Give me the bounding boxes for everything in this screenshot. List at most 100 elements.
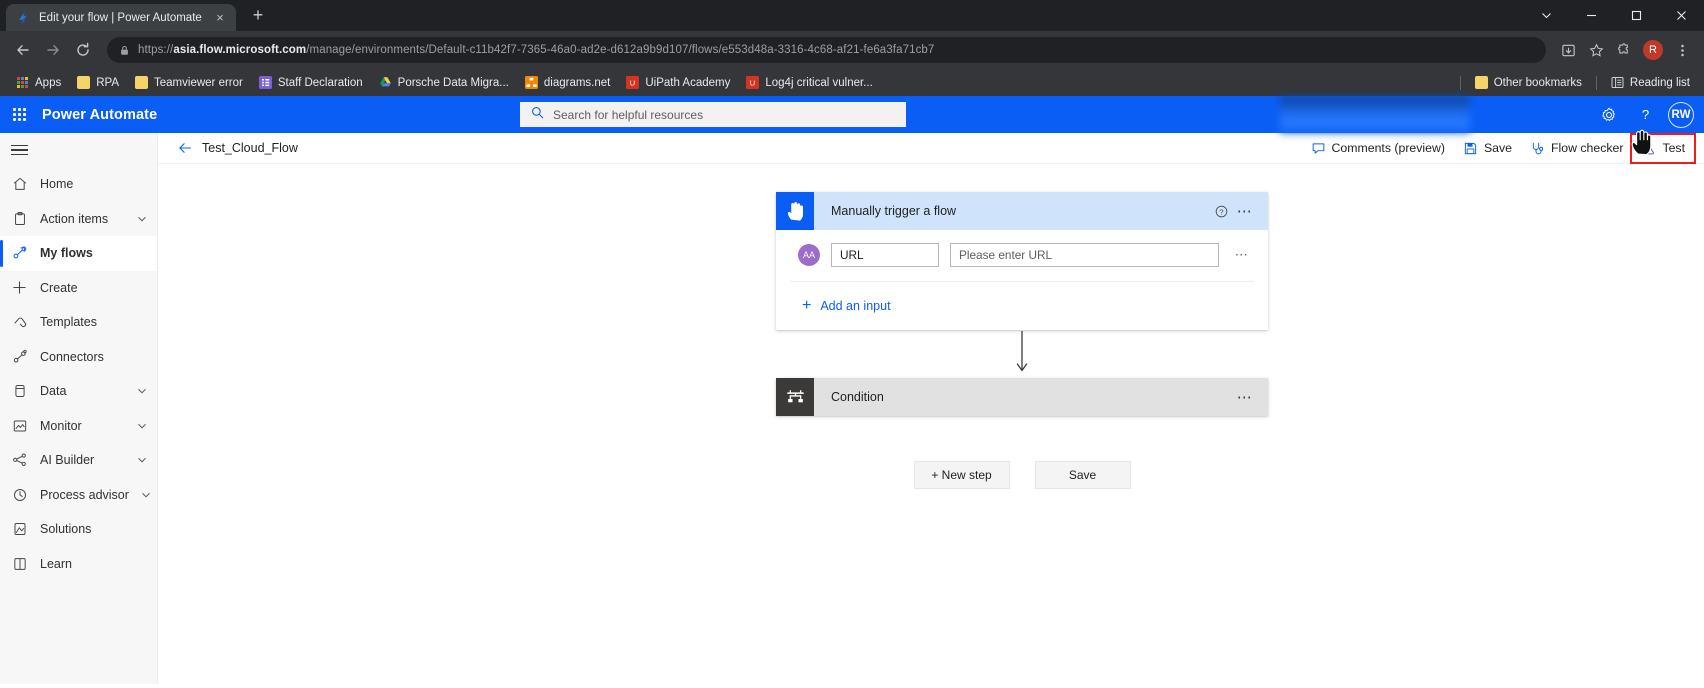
- url-text: https://asia.flow.microsoft.com/manage/e…: [138, 44, 934, 56]
- add-input-button[interactable]: + Add an input: [790, 282, 1254, 330]
- bookmark-item[interactable]: Staff Declaration: [251, 72, 371, 93]
- other-bookmarks-button[interactable]: Other bookmarks: [1467, 72, 1590, 93]
- tab-close-icon[interactable]: ×: [212, 10, 228, 26]
- save-button[interactable]: Save: [1454, 135, 1521, 162]
- window-close-button[interactable]: [1659, 0, 1704, 31]
- suite-search-box[interactable]: Search for helpful resources: [520, 102, 906, 127]
- flow-action-buttons: + New step Save: [776, 461, 1268, 489]
- profile-avatar[interactable]: R: [1643, 40, 1663, 60]
- sidebar-label: Data: [40, 384, 67, 399]
- sidebar-item-learn[interactable]: Learn: [0, 547, 157, 582]
- bookmark-item[interactable]: Apps: [8, 72, 69, 93]
- condition-icon: [776, 378, 814, 416]
- divider: [1459, 75, 1461, 90]
- gear-icon[interactable]: [1592, 96, 1626, 133]
- bookmark-star-icon[interactable]: [1583, 37, 1609, 63]
- flow-canvas: Manually trigger a flow ? ⋯ AA URL Pleas…: [158, 164, 1704, 684]
- reload-button[interactable]: [69, 36, 97, 64]
- save-flow-button[interactable]: Save: [1034, 461, 1131, 489]
- extensions-puzzle-icon[interactable]: [1611, 37, 1637, 63]
- sidebar-item-create[interactable]: Create: [0, 271, 157, 306]
- sidebar-item-ai-builder[interactable]: AI Builder: [0, 443, 157, 478]
- bookmark-label: UiPath Academy: [645, 76, 731, 89]
- plus-icon: [11, 279, 28, 296]
- ai-builder-icon: [11, 452, 28, 469]
- flow-name-title[interactable]: Test_Cloud_Flow: [202, 141, 298, 155]
- browser-tab[interactable]: Edit your flow | Power Automate ×: [6, 4, 236, 31]
- bookmark-label: Staff Declaration: [277, 76, 363, 89]
- url-host: asia.flow.microsoft.com: [173, 44, 307, 56]
- help-question-icon[interactable]: ?: [1628, 96, 1662, 133]
- bookmark-label: Log4j critical vulner...: [765, 76, 873, 89]
- text-input-icon: AA: [798, 244, 820, 266]
- bookmark-item[interactable]: RPA: [69, 72, 127, 93]
- input-name-field[interactable]: URL: [831, 243, 939, 267]
- power-automate-favicon-icon: [17, 11, 31, 25]
- sidebar-item-home[interactable]: Home: [0, 167, 157, 202]
- svg-text:?: ?: [1641, 107, 1648, 122]
- bookmarks-bar-right: Other bookmarks Reading list: [1454, 69, 1698, 96]
- bookmark-item[interactable]: diagrams.net: [517, 72, 618, 93]
- app-launcher-icon[interactable]: [0, 96, 38, 133]
- comment-icon: [1311, 141, 1326, 156]
- reading-list-label: Reading list: [1629, 76, 1690, 89]
- input-row: AA URL Please enter URL ⋯: [790, 230, 1254, 282]
- form-icon: [258, 76, 272, 89]
- left-navigation: Home Action items My flows Create Templa…: [0, 133, 158, 684]
- bookmark-item[interactable]: Porsche Data Migra...: [371, 72, 517, 93]
- install-app-icon[interactable]: [1555, 37, 1581, 63]
- window-maximize-button[interactable]: [1614, 0, 1659, 31]
- bookmark-item[interactable]: Teamviewer error: [127, 72, 251, 93]
- trigger-card[interactable]: Manually trigger a flow ? ⋯ AA URL Pleas…: [776, 192, 1268, 330]
- back-arrow-icon[interactable]: [172, 135, 198, 161]
- hamburger-icon[interactable]: [0, 133, 157, 167]
- clipboard-icon: [11, 210, 28, 227]
- comments-button[interactable]: Comments (preview): [1302, 135, 1454, 162]
- condition-more-icon[interactable]: ⋯: [1237, 390, 1268, 405]
- trigger-more-icon[interactable]: ⋯: [1237, 204, 1268, 219]
- bookmark-item[interactable]: U UiPath Academy: [618, 72, 738, 93]
- brand-title[interactable]: Power Automate: [42, 107, 157, 123]
- sidebar-item-process-advisor[interactable]: Process advisor: [0, 478, 157, 513]
- redacted-environment-label: [1280, 96, 1470, 133]
- app-body: Home Action items My flows Create Templa…: [0, 129, 1704, 684]
- more-menu-icon[interactable]: [1669, 37, 1695, 63]
- sidebar-item-action-items[interactable]: Action items: [0, 202, 157, 237]
- home-icon: [11, 176, 28, 193]
- sidebar-item-templates[interactable]: Templates: [0, 305, 157, 340]
- forward-button[interactable]: [39, 36, 67, 64]
- flow-checker-button[interactable]: Flow checker: [1521, 135, 1632, 162]
- help-circle-icon[interactable]: ?: [1207, 192, 1237, 230]
- sidebar-item-my-flows[interactable]: My flows: [0, 236, 157, 271]
- folder-icon: [77, 76, 91, 89]
- back-button[interactable]: [9, 36, 37, 64]
- lock-icon: [119, 45, 130, 56]
- address-bar[interactable]: https://asia.flow.microsoft.com/manage/e…: [107, 37, 1546, 63]
- sidebar-item-monitor[interactable]: Monitor: [0, 409, 157, 444]
- sidebar-item-data[interactable]: Data: [0, 374, 157, 409]
- new-tab-button[interactable]: +: [244, 2, 272, 30]
- test-button[interactable]: Test: [1632, 135, 1694, 162]
- reading-list-icon: [1611, 76, 1624, 89]
- svg-text:U: U: [750, 78, 755, 87]
- bookmark-item[interactable]: U Log4j critical vulner...: [738, 72, 880, 93]
- input-more-icon[interactable]: ⋯: [1230, 247, 1254, 263]
- window-chevron-icon[interactable]: [1524, 0, 1569, 31]
- bookmark-label: Teamviewer error: [154, 76, 243, 89]
- flow-steps: Manually trigger a flow ? ⋯ AA URL Pleas…: [776, 192, 1268, 489]
- sidebar-item-connectors[interactable]: Connectors: [0, 340, 157, 375]
- reading-list-button[interactable]: Reading list: [1603, 72, 1698, 93]
- new-step-button[interactable]: + New step: [913, 461, 1010, 489]
- sidebar-item-solutions[interactable]: Solutions: [0, 512, 157, 547]
- down-arrow-connector: [776, 330, 1268, 378]
- condition-card[interactable]: Condition ⋯: [776, 378, 1268, 416]
- browser-chrome: Edit your flow | Power Automate × + http…: [0, 0, 1704, 96]
- search-placeholder: Search for helpful resources: [553, 107, 704, 122]
- sidebar-label: Create: [40, 280, 78, 295]
- flow-checker-label: Flow checker: [1551, 141, 1624, 155]
- input-value-field[interactable]: Please enter URL: [950, 243, 1219, 267]
- sidebar-label: Action items: [40, 211, 109, 226]
- user-avatar[interactable]: RW: [1668, 101, 1694, 128]
- trigger-card-header: Manually trigger a flow ? ⋯: [776, 192, 1268, 230]
- window-minimize-button[interactable]: [1569, 0, 1614, 31]
